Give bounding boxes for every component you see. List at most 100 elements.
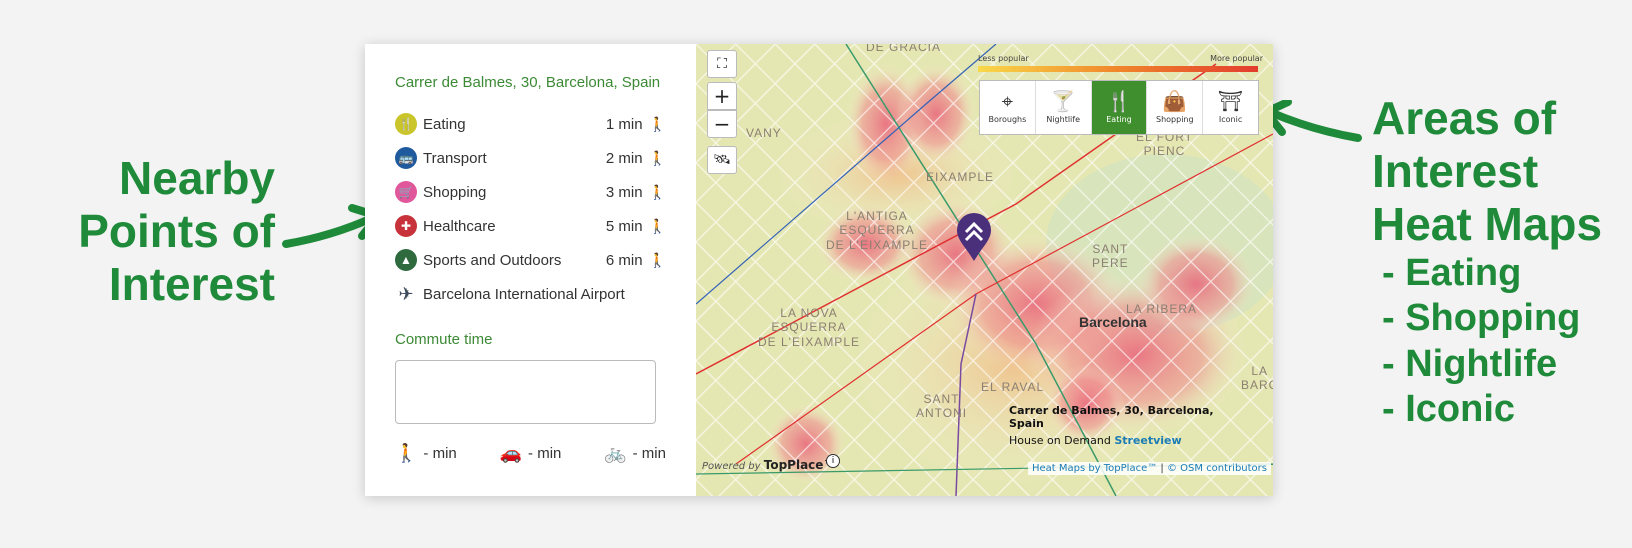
poi-name: Transport xyxy=(423,149,487,167)
cocktail-icon: 🍸 xyxy=(1050,89,1076,113)
walk-icon: 🚶 xyxy=(648,217,666,234)
poi-time: 6 min xyxy=(605,251,643,269)
powered-by: Powered by TopPlace™ xyxy=(702,458,835,472)
eiffel-tower-icon: ⛩ xyxy=(1217,89,1244,113)
layer-label: Nightlife xyxy=(1046,115,1081,124)
poi-time: 2 min xyxy=(605,149,643,167)
commute-mode-car[interactable]: 🚗 - min xyxy=(500,443,562,464)
poi-time: 1 min xyxy=(605,115,643,133)
map-label: EL RAVAL xyxy=(981,380,1045,394)
poi-name: Healthcare xyxy=(423,217,496,235)
layer-nightlife[interactable]: 🍸 Nightlife xyxy=(1036,81,1092,134)
map-attribution: Heat Maps by TopPlace™ | © OSM contribut… xyxy=(1027,462,1271,475)
car-icon: 🚗 xyxy=(499,443,523,463)
layer-label: Shopping xyxy=(1156,115,1194,124)
poi-time: 3 min xyxy=(605,183,643,201)
annotation-line: Interest xyxy=(1372,144,1539,197)
layer-boroughs[interactable]: ⌖ Boroughs xyxy=(980,81,1036,134)
commute-input[interactable] xyxy=(395,360,656,424)
map-label: LA BARC xyxy=(1241,364,1273,393)
heatmaps-attribution-link[interactable]: Heat Maps by TopPlace™ xyxy=(1032,463,1157,474)
commute-value: - min xyxy=(632,445,666,462)
annotation-line: Areas of xyxy=(1372,92,1557,144)
satellite-icon[interactable]: 🛰 xyxy=(707,146,737,174)
annotation-heat-maps: Areas of Interest Heat Maps - Eating - S… xyxy=(1372,92,1632,433)
fork-knife-icon: 🍴 xyxy=(395,113,417,135)
annotation-sub: - Eating xyxy=(1382,251,1522,294)
annotation-line: Interest xyxy=(108,257,275,310)
bike-icon: 🚲 xyxy=(604,443,627,463)
commute-mode-walk[interactable]: 🚶 - min xyxy=(395,443,457,464)
annotation-sub: - Nightlife xyxy=(1382,342,1558,385)
map-info-popup: Carrer de Balmes, 30, Barcelona, Spain H… xyxy=(1009,404,1249,447)
zoom-out-button[interactable]: − xyxy=(707,110,737,138)
poi-time: 5 min xyxy=(605,217,643,235)
attribution-separator: | xyxy=(1157,463,1167,474)
powered-prefix: Powered by xyxy=(702,461,761,472)
bus-icon: 🚌 xyxy=(395,147,417,169)
map-label: DE GRÀCIA xyxy=(866,44,942,54)
streetview-link[interactable]: Streetview xyxy=(1114,434,1181,447)
powered-brand: TopPlace™ xyxy=(763,458,836,472)
walk-icon: 🚶 xyxy=(395,443,418,463)
map-label: L'ANTIGA ESQUERRA DE L'EIXAMPLE xyxy=(826,209,928,252)
walk-icon: 🚶 xyxy=(648,183,666,200)
layer-iconic[interactable]: ⛩ Iconic xyxy=(1203,81,1258,134)
location-pin-icon[interactable] xyxy=(955,212,993,262)
fullscreen-icon[interactable]: ⛶ xyxy=(707,50,737,78)
poi-panel: Carrer de Balmes, 30, Barcelona, Spain 🍴… xyxy=(365,44,696,496)
layer-label: Iconic xyxy=(1218,115,1243,124)
annotation-line: Heat Maps xyxy=(1372,197,1603,250)
walk-icon: 🚶 xyxy=(648,251,666,268)
map-label: EIXAMPLE xyxy=(926,170,995,184)
walk-icon: 🚶 xyxy=(648,115,666,132)
legend-more-label: More popular xyxy=(1210,54,1263,63)
osm-attribution-link[interactable]: © OSM contributors xyxy=(1167,463,1267,474)
heat-legend-bar xyxy=(978,66,1258,72)
poi-item-eating[interactable]: 🍴 Eating 1 min 🚶 xyxy=(395,107,666,141)
annotation-line: Points of xyxy=(78,204,275,257)
poi-item-shopping[interactable]: 🛒 Shopping 3 min 🚶 xyxy=(395,175,666,209)
poi-name: Eating xyxy=(423,115,466,133)
commute-title: Commute time xyxy=(395,331,493,348)
map-label: VANY xyxy=(746,126,782,140)
poi-item-airport[interactable]: ✈ Barcelona International Airport xyxy=(395,277,666,311)
commute-value: - min xyxy=(423,445,457,462)
map-label: SANT ANTONI xyxy=(916,392,968,421)
arrow-right-icon xyxy=(1262,100,1362,142)
heat-map[interactable]: DE GRÀCIA VANY EL FORT PIENC EIXAMPLE L'… xyxy=(696,44,1273,496)
annotation-nearby-poi: Nearby Points of Interest xyxy=(60,152,275,311)
zoom-in-button[interactable]: + xyxy=(707,82,737,110)
poi-name: Sports and Outdoors xyxy=(423,251,562,269)
poi-item-transport[interactable]: 🚌 Transport 2 min 🚶 xyxy=(395,141,666,175)
commute-modes: 🚶 - min 🚗 - min 🚲 - min xyxy=(395,443,666,464)
annotation-sub: - Iconic xyxy=(1382,388,1516,431)
annotation-sub: - Shopping xyxy=(1382,297,1581,340)
property-card: Carrer de Balmes, 30, Barcelona, Spain 🍴… xyxy=(365,44,1273,496)
layer-eating[interactable]: 🍴 Eating xyxy=(1091,81,1148,134)
layer-label: Eating xyxy=(1106,115,1132,124)
commute-value: - min xyxy=(528,445,562,462)
info-address: Carrer de Balmes, 30, Barcelona, Spain xyxy=(1009,404,1214,430)
health-cross-icon: ✚ xyxy=(395,215,417,237)
poi-item-sports[interactable]: ▲ Sports and Outdoors 6 min 🚶 xyxy=(395,243,666,277)
layer-shopping[interactable]: 👜 Shopping xyxy=(1147,81,1204,134)
poi-name: Barcelona International Airport xyxy=(423,285,625,303)
fork-knife-icon: 🍴 xyxy=(1106,89,1132,113)
info-house: House on Demand xyxy=(1009,434,1111,447)
poi-name: Shopping xyxy=(423,183,487,201)
poi-item-healthcare[interactable]: ✚ Healthcare 5 min 🚶 xyxy=(395,209,666,243)
commute-mode-bike[interactable]: 🚲 - min xyxy=(604,443,666,464)
cart-icon: 🛒 xyxy=(395,181,417,203)
map-label: SANT PERE xyxy=(1092,242,1129,271)
legend-less-label: Less popular xyxy=(978,54,1029,63)
layer-label: Boroughs xyxy=(988,115,1027,124)
info-icon[interactable]: i xyxy=(826,454,840,468)
airplane-icon: ✈ xyxy=(398,283,414,304)
shopping-bag-icon: 👜 xyxy=(1162,89,1188,113)
map-label: LA NOVA ESQUERRA DE L'EIXAMPLE xyxy=(758,306,860,349)
layer-selector: ⌖ Boroughs 🍸 Nightlife 🍴 Eating 👜 Shoppi… xyxy=(979,80,1259,135)
tree-icon: ▲ xyxy=(395,249,417,271)
annotation-line: Nearby xyxy=(119,152,275,204)
city-label: Barcelona xyxy=(1079,314,1147,330)
